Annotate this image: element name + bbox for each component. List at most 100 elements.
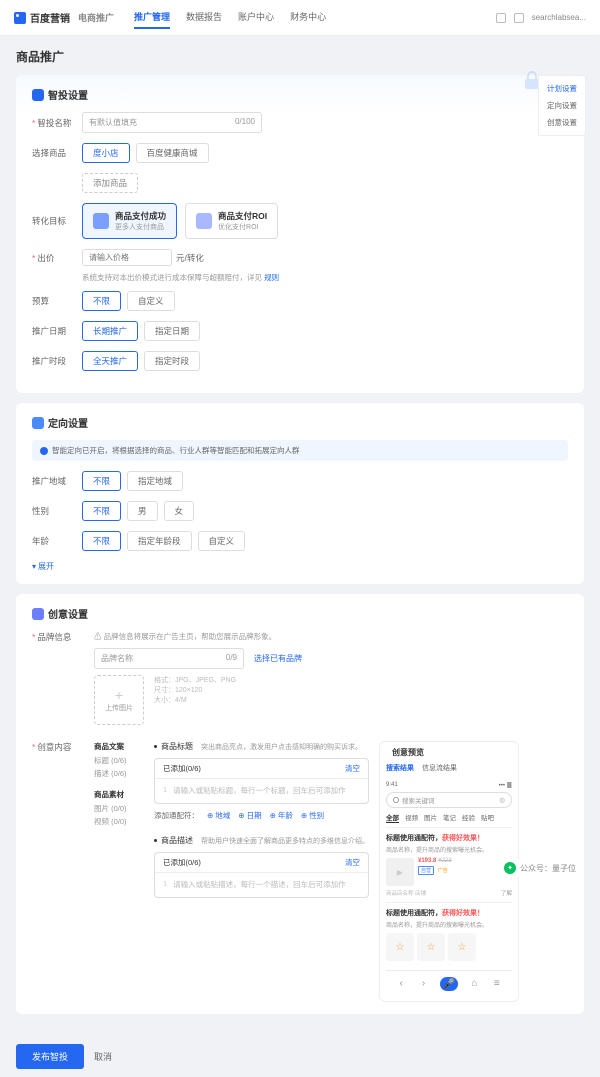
shop-duxiaodian[interactable]: 度小店	[82, 143, 130, 163]
wildcard-age[interactable]: ⊕年龄	[270, 810, 293, 821]
wildcard-region[interactable]: ⊕地域	[207, 810, 230, 821]
expand-targeting[interactable]: ▾展开	[32, 561, 568, 572]
phone-bottom-nav: ‹ › 🎤 ⌂ ≡	[386, 970, 512, 997]
desc-entry-box: 已添加(0/6)清空 1请输入或粘贴描述，每行一个描述，回车后可添加作	[154, 852, 369, 898]
voice-icon: 🎤	[440, 977, 458, 991]
time-specific[interactable]: 指定时段	[144, 351, 200, 371]
bid-input[interactable]	[82, 249, 172, 266]
preview-result-1: 标题使用通配符，获得好效果！ 商品名称，提升商品的搜索曝光机会。 ▶ ¥193.…	[386, 827, 512, 902]
add-product-button[interactable]: 添加商品	[82, 173, 138, 193]
time-all[interactable]: 全天推广	[82, 351, 138, 371]
user-menu[interactable]: searchlabsea...	[532, 13, 586, 22]
nav-targeting[interactable]: 定向设置	[539, 97, 585, 114]
top-nav: 推广管理 数据报告 账户中心 财务中心	[134, 6, 326, 29]
section-nav: 计划设置 定向设置 创意设置	[538, 75, 586, 136]
title-sec-label: 商品标题	[161, 741, 193, 752]
label-brand: 品牌信息	[32, 631, 82, 643]
help-icon[interactable]	[514, 13, 524, 23]
content-sidebar: 商品文案 标题 (0/6) 描述 (0/6) 商品素材 图片 (0/0) 视频 …	[94, 741, 144, 1002]
date-specific[interactable]: 指定日期	[144, 321, 200, 341]
preview-search: 搜索关键词◎	[386, 792, 512, 808]
side-desc-count[interactable]: 描述 (0/6)	[94, 768, 144, 779]
target-icon	[32, 417, 44, 429]
creative-icon	[32, 608, 44, 620]
gender-male[interactable]: 男	[127, 501, 158, 521]
name-input[interactable]: 有默认值填充0/100	[82, 112, 262, 133]
watermark: ✦ 公众号：量子位	[496, 859, 584, 877]
label-shop: 选择商品	[32, 147, 82, 159]
preview-tab-search[interactable]: 搜索结果	[386, 763, 414, 773]
goal-pay-success[interactable]: 商品支付成功更多人支付商品	[82, 203, 177, 239]
title-clear[interactable]: 清空	[345, 763, 360, 774]
notification-icon[interactable]	[496, 13, 506, 23]
side-title-count[interactable]: 标题 (0/6)	[94, 755, 144, 766]
goal-roi[interactable]: 商品支付ROI优化支付ROI	[185, 203, 278, 239]
gender-all[interactable]: 不限	[82, 501, 121, 521]
label-name: 智投名称	[32, 117, 82, 129]
goal-roi-icon	[196, 213, 212, 229]
title-textarea[interactable]: 1请输入或粘贴标题，每行一个标题，回车后可添加作	[155, 779, 368, 803]
menu-icon: ≡	[491, 977, 503, 989]
cancel-button[interactable]: 取消	[94, 1044, 112, 1069]
age-custom[interactable]: 自定义	[198, 531, 246, 551]
tab-account[interactable]: 账户中心	[238, 6, 274, 29]
label-bid: 出价	[32, 252, 82, 264]
region-specific[interactable]: 指定地域	[127, 471, 183, 491]
creative-title: 创意设置	[48, 606, 88, 621]
targeting-title: 定向设置	[48, 415, 88, 430]
label-goal: 转化目标	[32, 215, 82, 227]
budget-unlimited[interactable]: 不限	[82, 291, 121, 311]
wechat-icon: ✦	[504, 862, 516, 874]
shop-health[interactable]: 百度健康商城	[136, 143, 209, 163]
label-gender: 性别	[32, 505, 82, 517]
smart-icon	[32, 89, 44, 101]
nav-creative[interactable]: 创意设置	[539, 114, 585, 131]
bid-unit: 元/转化	[176, 252, 204, 264]
label-time: 推广时段	[32, 355, 82, 367]
forward-icon: ›	[418, 977, 430, 989]
info-icon	[40, 447, 48, 455]
preview-tab-feed[interactable]: 信息流结果	[422, 763, 457, 773]
title-entry-box: 已添加(0/6)清空 1请输入或粘贴标题，每行一个标题，回车后可添加作	[154, 758, 369, 804]
brand-name-input[interactable]: 品牌名称0/9	[94, 648, 244, 669]
desc-sec-label: 商品描述	[161, 835, 193, 846]
logo-icon	[14, 12, 26, 24]
budget-custom[interactable]: 自定义	[127, 291, 175, 311]
preview-result-2: 标题使用通配符，获得好效果！ 商品名称，提升商品的搜索曝光机会。 ☆☆☆	[386, 902, 512, 966]
label-date: 推广日期	[32, 325, 82, 337]
side-img-count[interactable]: 图片 (0/0)	[94, 803, 144, 814]
tab-promotion[interactable]: 推广管理	[134, 6, 170, 29]
label-age: 年龄	[32, 535, 82, 547]
wildcard-gender[interactable]: ⊕性别	[301, 810, 324, 821]
targeting-banner: 智能定向已开启，将根据选择的商品、行业人群等智能匹配和拓展定向人群	[32, 440, 568, 461]
label-budget: 预算	[32, 295, 82, 307]
search-icon	[393, 797, 399, 803]
desc-clear[interactable]: 清空	[345, 857, 360, 868]
side-vid-count[interactable]: 视频 (0/0)	[94, 816, 144, 827]
select-existing-brand[interactable]: 选择已有品牌	[254, 653, 302, 664]
home-icon: ⌂	[468, 977, 480, 989]
bid-hint: 系统支持对本出价模式进行成本保障与超额赔付，详见 规则	[82, 272, 568, 283]
brand-image-upload[interactable]: +上传图片	[94, 675, 144, 725]
brand-logo: 百度营销 电商推广	[14, 10, 114, 25]
publish-button[interactable]: 发布智投	[16, 1044, 84, 1069]
label-region: 推广地域	[32, 475, 82, 487]
back-icon: ‹	[395, 977, 407, 989]
rules-link[interactable]: 规则	[264, 273, 279, 282]
tab-finance[interactable]: 财务中心	[290, 6, 326, 29]
brand-hint: ⚠ 品牌信息将展示在广告主页，帮助您展示品牌形象。	[94, 631, 568, 642]
desc-textarea[interactable]: 1请输入或粘贴描述，每行一个描述，回车后可添加作	[155, 873, 368, 897]
age-range[interactable]: 指定年龄段	[127, 531, 192, 551]
upload-formats: 格式：JPG、JPEG、PNG 尺寸：120×120 大小：4/M	[154, 675, 236, 705]
smart-title: 智投设置	[48, 87, 88, 102]
tab-reports[interactable]: 数据报告	[186, 6, 222, 29]
region-all[interactable]: 不限	[82, 471, 121, 491]
wildcard-date[interactable]: ⊕日期	[238, 810, 261, 821]
date-long[interactable]: 长期推广	[82, 321, 138, 341]
age-all[interactable]: 不限	[82, 531, 121, 551]
label-content: 创意内容	[32, 741, 82, 753]
goal-pay-icon	[93, 213, 109, 229]
nav-plan[interactable]: 计划设置	[539, 80, 585, 97]
gender-female[interactable]: 女	[164, 501, 195, 521]
page-title: 商品推广	[16, 48, 584, 65]
